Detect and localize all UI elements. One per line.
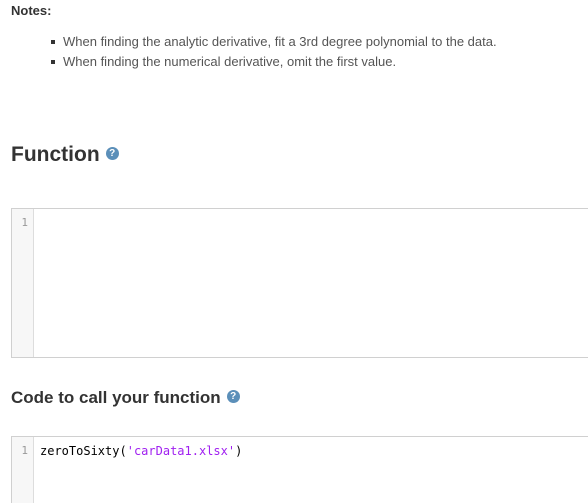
code-function-name: zeroToSixty [40, 444, 120, 458]
line-number: 1 [21, 216, 28, 229]
notes-list: When finding the analytic derivative, fi… [11, 32, 583, 72]
function-code-input[interactable] [40, 215, 588, 363]
line-number: 1 [21, 444, 28, 457]
page: Notes: When finding the analytic derivat… [0, 0, 588, 503]
call-code-editor[interactable]: 1 zeroToSixty('carData1.xlsx') [11, 436, 588, 503]
list-item: When finding the analytic derivative, fi… [51, 32, 583, 52]
code-open-paren: ( [119, 444, 127, 458]
function-heading-text: Function [11, 143, 100, 166]
call-function-heading-text: Code to call your function [11, 388, 221, 407]
line-gutter: 1 [12, 437, 34, 503]
help-icon[interactable]: ? [226, 390, 240, 404]
code-string-literal: 'carData1.xlsx' [126, 444, 236, 458]
list-item: When finding the numerical derivative, o… [51, 52, 583, 72]
notes-label: Notes: [11, 3, 52, 18]
function-code-editor[interactable]: 1 [11, 208, 588, 358]
call-code-input[interactable]: zeroToSixty('carData1.xlsx') [40, 443, 588, 503]
help-icon[interactable]: ? [105, 146, 119, 160]
call-function-heading: Code to call your function? [11, 386, 240, 410]
code-close-paren: ) [235, 444, 243, 458]
line-gutter: 1 [12, 209, 34, 357]
function-heading: Function? [11, 141, 119, 169]
